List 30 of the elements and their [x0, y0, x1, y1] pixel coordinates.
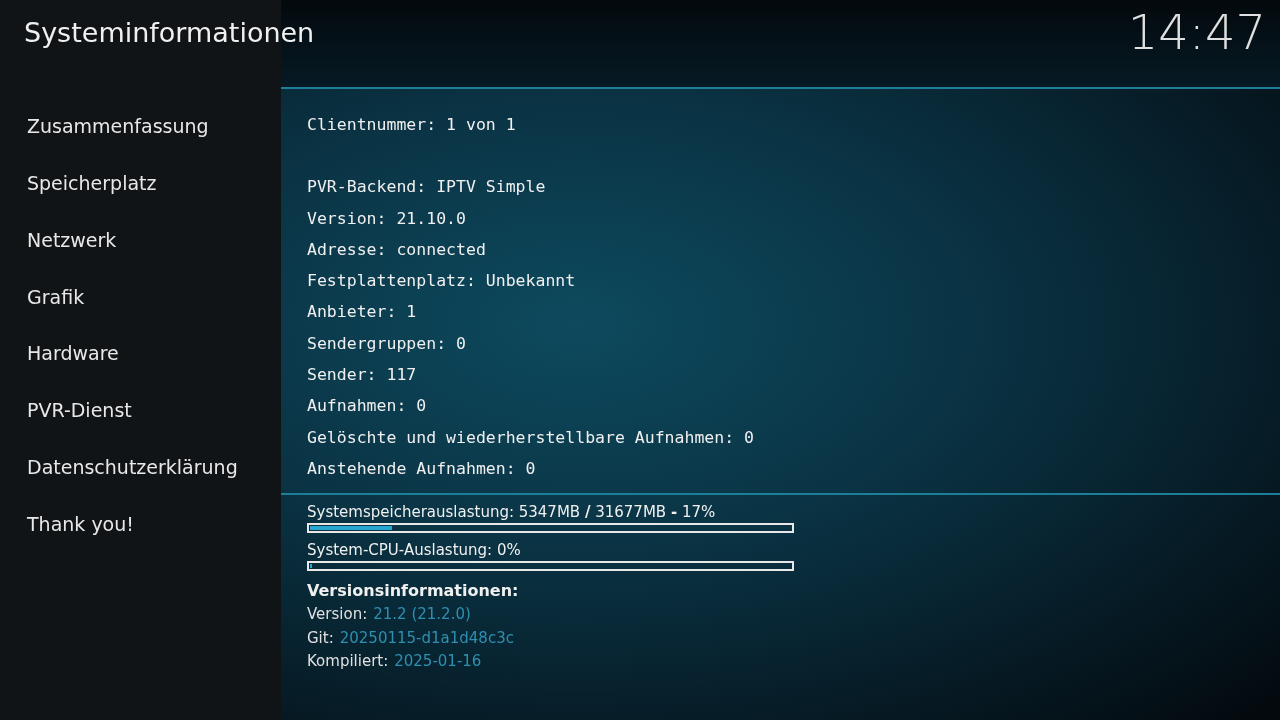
info-value: 2025-01-16 — [394, 651, 482, 672]
sidebar-item[interactable]: Grafik — [27, 268, 85, 326]
meter-label: System-CPU-Auslastung: 0% — [307, 540, 521, 561]
sidebar-item[interactable]: Datenschutzerklärung — [27, 438, 238, 496]
meter-label: Systemspeicherauslastung: 5347MB / 31677MB - 17% — [307, 502, 716, 523]
info-value: 20250115-d1a1d48c3c — [339, 627, 514, 649]
info-value: 21.2 (21.2.0) — [373, 604, 471, 625]
info-line: Aufnahmen: 0 — [307, 395, 427, 418]
info-label: Git: — [307, 627, 334, 649]
info-line: Sendergruppen: 0 — [307, 332, 466, 355]
sidebar-item[interactable]: Zusammenfassung — [27, 98, 209, 155]
info-line: Clientnummer: 1 von 1 — [307, 114, 516, 136]
info-line: Anstehende Aufnahmen: 0 — [307, 457, 536, 480]
info-line: PVR-Backend: IPTV Simple — [307, 176, 546, 199]
info-line: Anbieter: 1 — [307, 301, 417, 324]
info-line: Gelöschte und wiederherstellbare Aufnahmen: 0 — [307, 426, 755, 449]
info-line: Version: 21.10.0 — [307, 207, 466, 230]
clock: 14:47 — [1127, 4, 1266, 60]
sidebar-item[interactable]: Netzwerk — [27, 211, 117, 269]
window-title: Systeminformationen — [24, 16, 315, 50]
sidebar-item[interactable]: PVR-Dienst — [27, 382, 132, 439]
info-line: Festplattenplatz: Unbekannt — [307, 270, 576, 293]
section-heading: Versionsinformationen: — [307, 580, 519, 602]
info-line: Adresse: connected — [307, 238, 486, 261]
info-label: Version: — [307, 604, 368, 625]
info-label: Kompiliert: — [307, 651, 389, 672]
sidebar-item[interactable]: Thank you! — [27, 495, 134, 553]
info-line: Sender: 117 — [307, 364, 417, 387]
sidebar-item[interactable]: Hardware — [27, 325, 119, 382]
sidebar-item[interactable]: Speicherplatz — [27, 154, 157, 212]
